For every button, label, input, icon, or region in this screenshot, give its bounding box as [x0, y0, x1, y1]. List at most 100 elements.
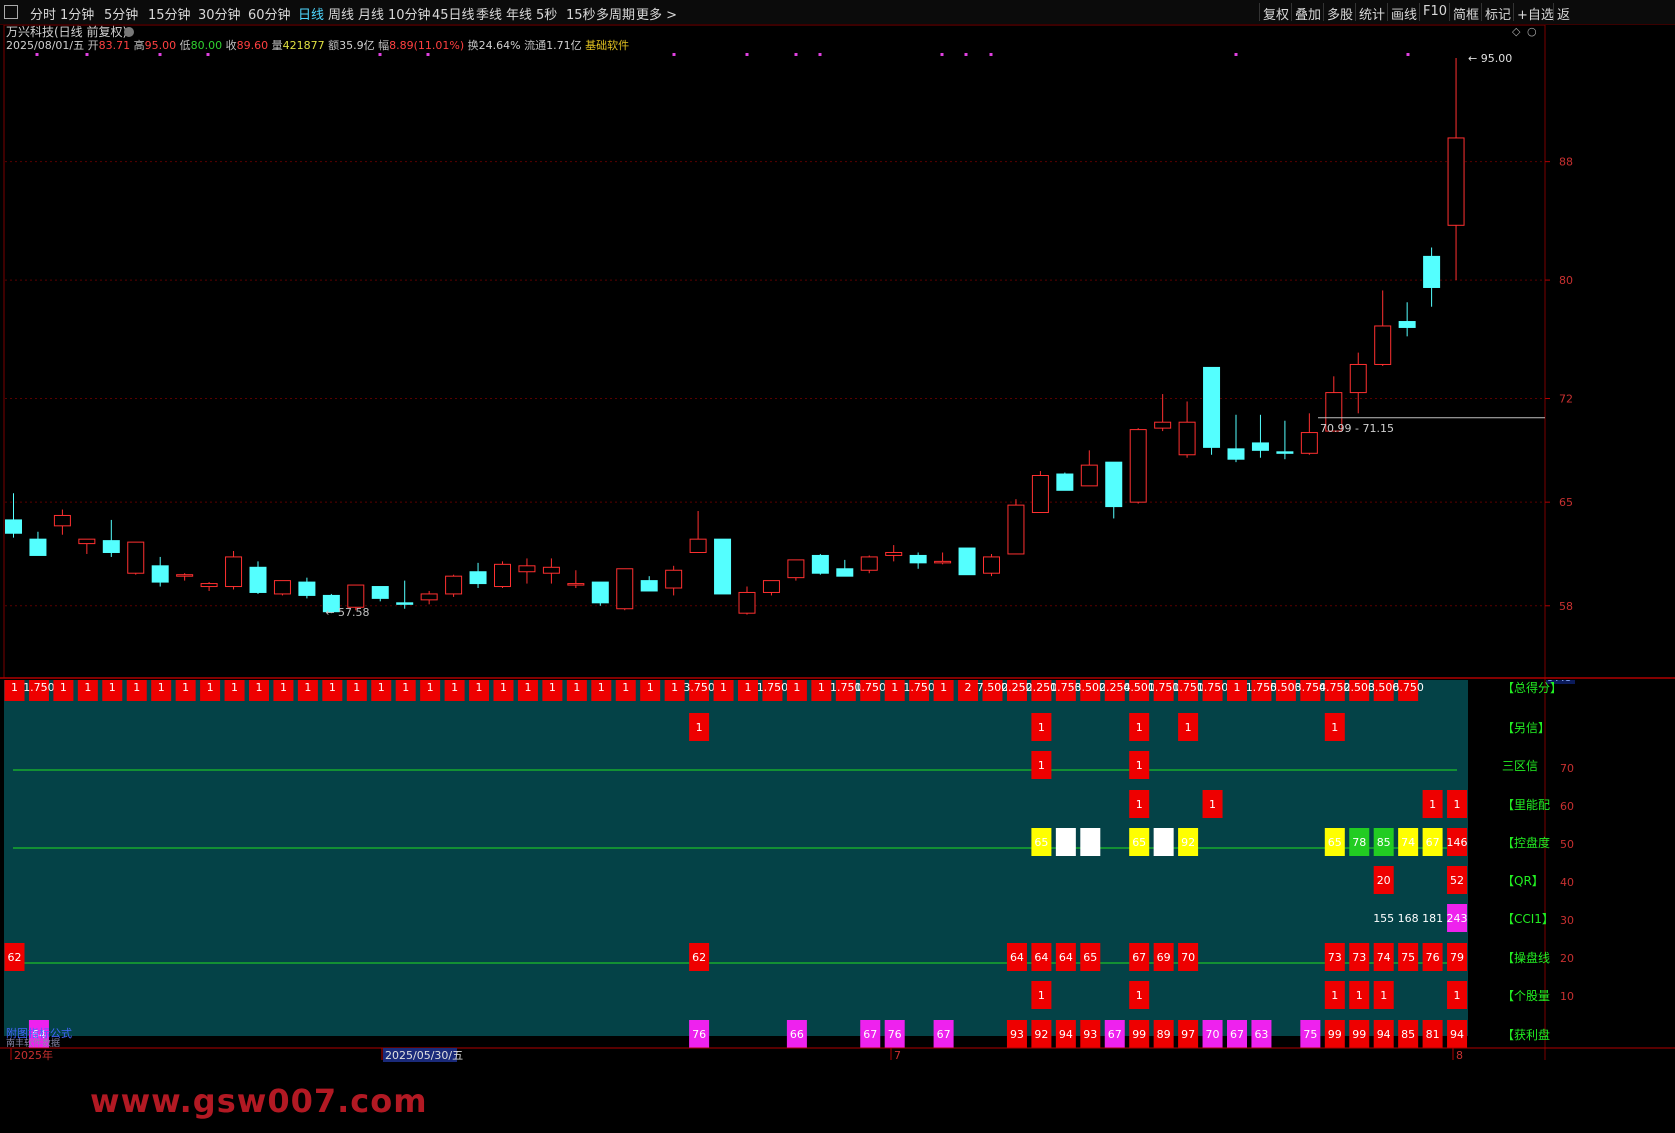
toolbar-button-9[interactable]: 返 [1557, 4, 1570, 23]
candle [225, 551, 243, 590]
period-tab-16[interactable]: 更多 > [636, 4, 677, 23]
indicator-axis-label: 70 [1560, 762, 1574, 775]
score-value: 1 [158, 681, 165, 694]
toolbar-button-8[interactable]: +自选 [1517, 4, 1554, 23]
period-tab-8[interactable]: 月线 [358, 4, 384, 23]
candle [1154, 394, 1172, 432]
period-tab-3[interactable]: 15分钟 [148, 4, 191, 23]
kongpan-value: 78 [1352, 836, 1366, 849]
quote-field-2: 83.71 [99, 39, 131, 52]
candle [934, 552, 952, 565]
candle [1423, 247, 1441, 307]
period-tab-13[interactable]: 5秒 [536, 4, 557, 23]
period-tab-5[interactable]: 60分钟 [248, 4, 291, 23]
toolbar-button-2[interactable]: 多股 [1327, 4, 1353, 23]
huolipan-value: 97 [1181, 1028, 1195, 1041]
quote-field-18: 1.71亿 [546, 39, 582, 52]
period-tab-7[interactable]: 周线 [328, 4, 354, 23]
huolipan-value: 99 [1132, 1028, 1146, 1041]
circle-icon[interactable]: ○ [1527, 25, 1537, 38]
event-marker [426, 53, 430, 56]
period-tab-4[interactable]: 30分钟 [198, 4, 241, 23]
candle-body [909, 554, 927, 564]
candle-body [811, 554, 829, 574]
low-price-annotation: ← 57.58 [325, 606, 369, 619]
candle [29, 531, 47, 556]
toolbar-button-4[interactable]: 画线 [1391, 4, 1417, 23]
event-marker [940, 53, 944, 56]
candle [909, 552, 927, 569]
toolbar-button-0[interactable]: 复权 [1263, 4, 1289, 23]
toolbar-button-7[interactable]: 标记 [1485, 4, 1511, 23]
caopan-value: 79 [1450, 951, 1464, 964]
kongpan-value: 65 [1034, 836, 1048, 849]
score-value: 1 [671, 681, 678, 694]
price-axis-label: 80 [1559, 274, 1573, 287]
caopan-value: 73 [1328, 951, 1342, 964]
event-marker [35, 53, 39, 56]
window-toggle-icon[interactable] [4, 5, 18, 19]
period-tab-6[interactable]: 日线 [298, 4, 324, 23]
period-tab-1[interactable]: 1分钟 [60, 4, 94, 23]
caopan-value: 69 [1157, 951, 1171, 964]
candle [298, 577, 316, 599]
candle [371, 586, 389, 602]
candle-body [347, 584, 365, 608]
candle-body [616, 568, 634, 610]
geguliang-value: 1 [1380, 989, 1387, 1002]
candle-body [1203, 366, 1221, 448]
candle-body [420, 593, 438, 601]
event-marker [1234, 53, 1238, 56]
period-tab-9[interactable]: 10分钟 [388, 4, 431, 23]
candle-body [78, 538, 96, 545]
indicator-axis-label: 50 [1560, 838, 1574, 851]
candle-body [273, 580, 291, 595]
indicator-row-label: 【另信】 [1502, 721, 1550, 735]
candle [151, 556, 169, 587]
quote-field-16: 24.64% [479, 39, 521, 52]
kongpan-value: 74 [1401, 836, 1415, 849]
period-tab-12[interactable]: 年线 [506, 4, 532, 23]
date-axis-label: 7 [894, 1049, 901, 1062]
candle-body [1447, 137, 1465, 226]
score-value: 1 [427, 681, 434, 694]
huolipan-value: 76 [692, 1028, 706, 1041]
candle-body [29, 538, 47, 556]
candle [1251, 414, 1269, 458]
score-value: 2 [965, 681, 972, 694]
indicator-row-label: 【CCI1】 [1502, 912, 1554, 926]
score-value: 1.750 [757, 681, 789, 694]
sanqu-value: 1 [1136, 759, 1143, 772]
period-tab-10[interactable]: 45日线 [432, 4, 475, 23]
period-tab-2[interactable]: 5分钟 [104, 4, 138, 23]
diamond-icon[interactable]: ◇ [1512, 25, 1521, 38]
candle [1300, 413, 1318, 455]
event-marker [1406, 53, 1410, 56]
toolbar-separator [1553, 3, 1554, 21]
high-price-annotation: ← 95.00 [1468, 52, 1512, 65]
candle [983, 553, 1000, 577]
quote-field-14: 8.89(11.01%) [389, 39, 464, 52]
toolbar-button-5[interactable]: F10 [1423, 4, 1447, 19]
candle [494, 561, 511, 589]
period-tab-15[interactable]: 多周期 [596, 4, 635, 23]
candle-body [494, 563, 511, 588]
score-value: 1 [353, 681, 360, 694]
candle [738, 586, 756, 615]
score-value: 1 [720, 681, 727, 694]
candle-body [542, 566, 560, 574]
kongpan-value: 92 [1181, 836, 1195, 849]
period-tab-0[interactable]: 分时 [30, 4, 56, 23]
score-value: 1 [402, 681, 409, 694]
quote-field-6: 80.00 [191, 39, 223, 52]
candle [1227, 414, 1245, 463]
toolbar-button-6[interactable]: 简框 [1453, 4, 1479, 23]
score-value: 1 [598, 681, 605, 694]
chevron-down-icon[interactable] [124, 27, 134, 37]
linengpei-value: 1 [1429, 798, 1436, 811]
toolbar-button-3[interactable]: 统计 [1359, 4, 1385, 23]
period-tab-11[interactable]: 季线 [476, 4, 502, 23]
period-tab-14[interactable]: 15秒 [566, 4, 596, 23]
score-value: 1 [329, 681, 336, 694]
toolbar-button-1[interactable]: 叠加 [1295, 4, 1321, 23]
